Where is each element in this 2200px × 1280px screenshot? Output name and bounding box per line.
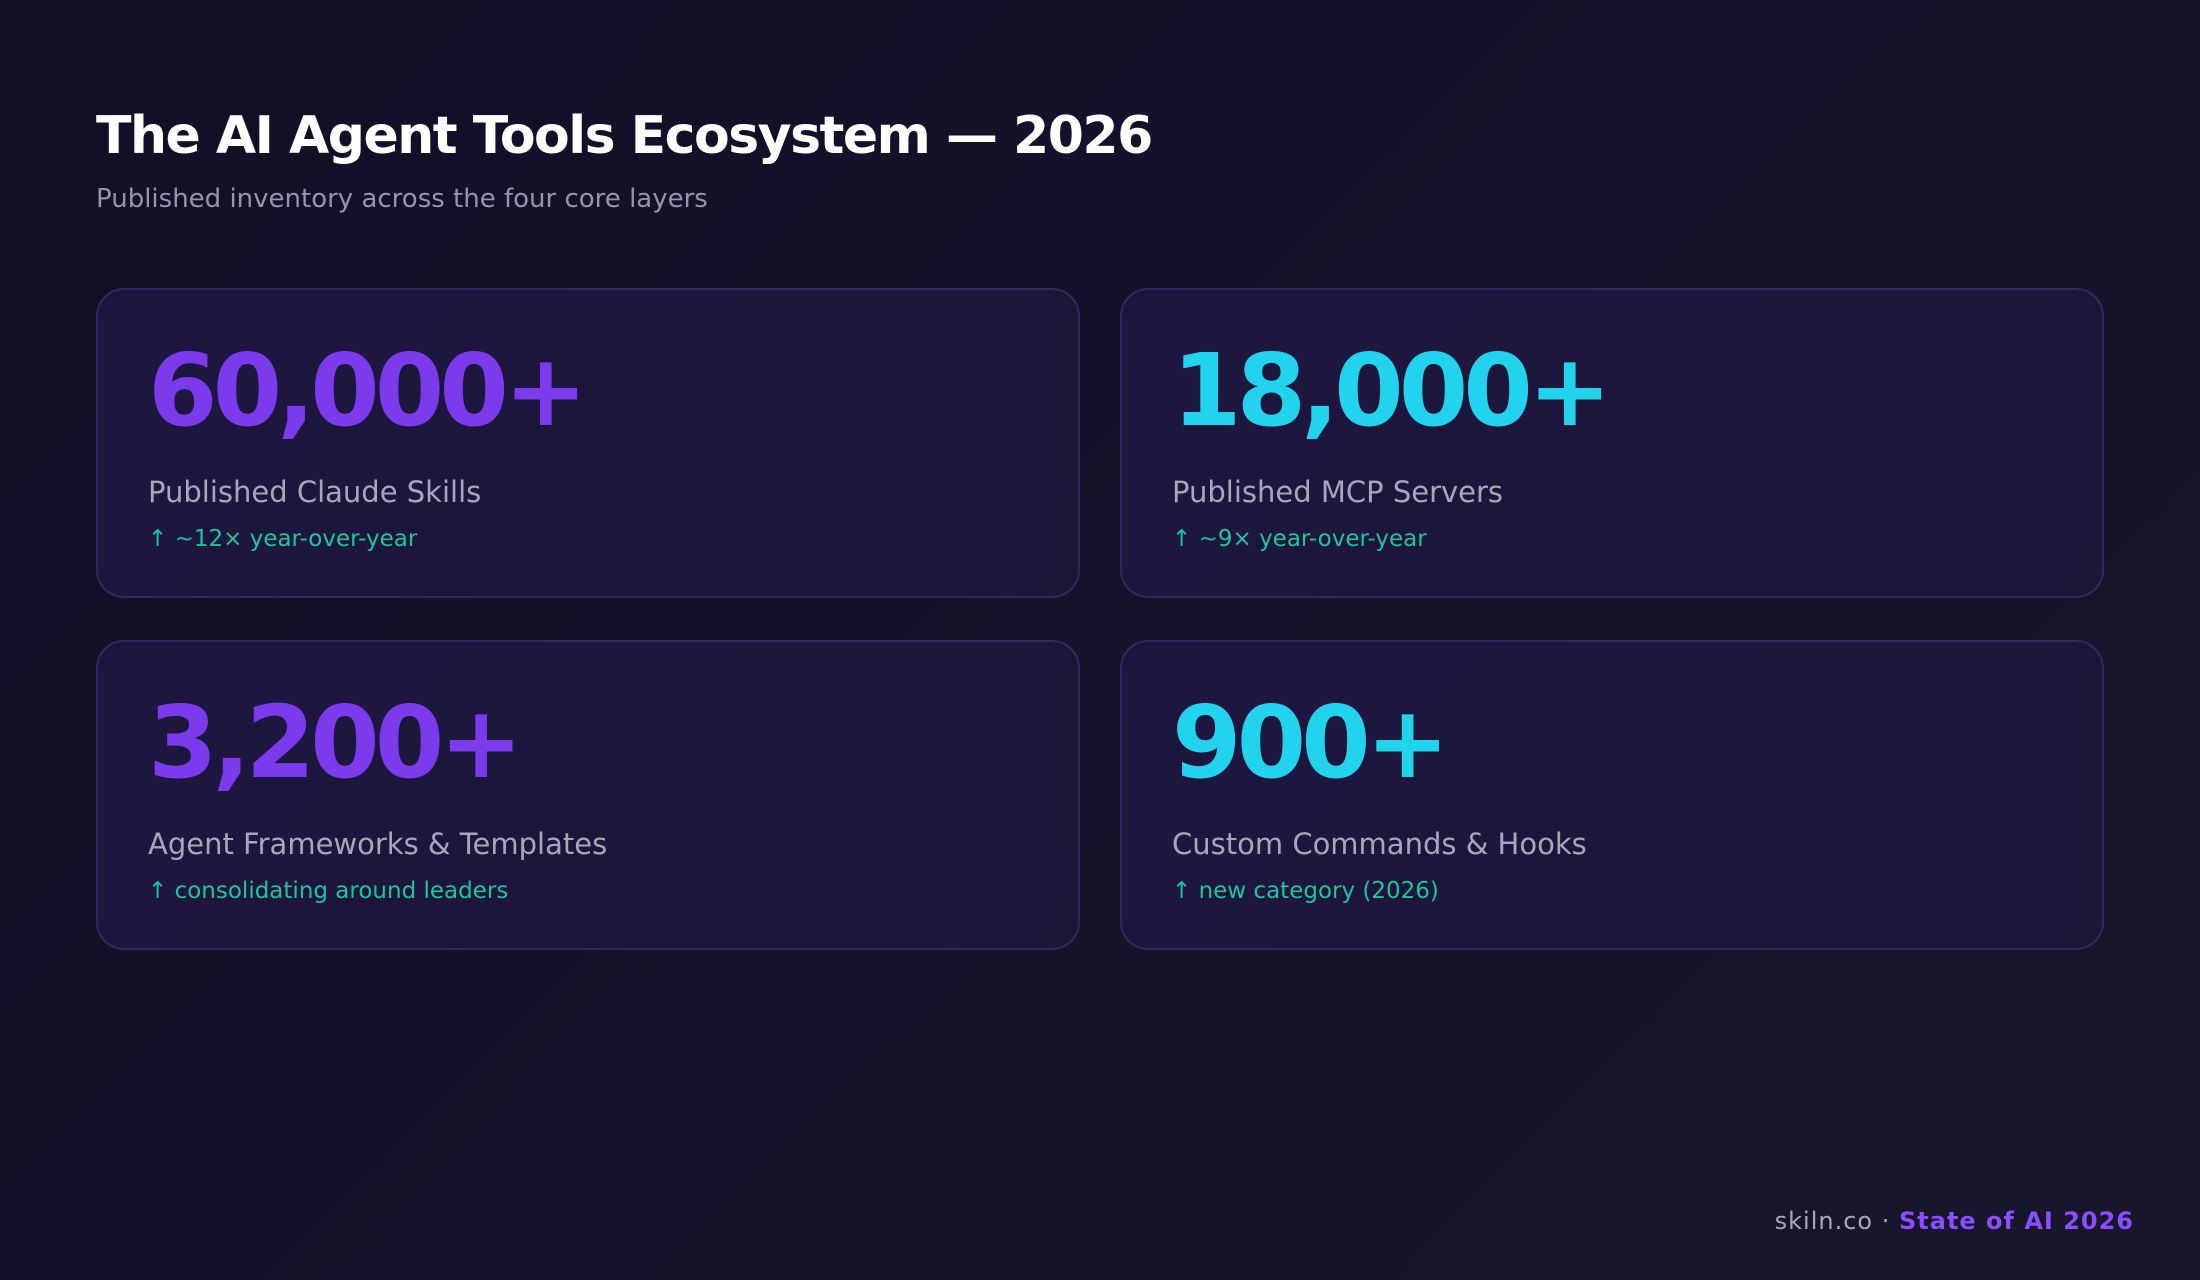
stat-trend: ↑ ~12× year-over-year [148, 526, 418, 552]
stat-value: 900+ [1172, 684, 1450, 801]
stat-card-agent-frameworks: 3,200+ Agent Frameworks & Templates ↑ co… [96, 640, 1080, 950]
footer-separator: · [1873, 1207, 1899, 1235]
stat-label: Custom Commands & Hooks [1172, 827, 1587, 861]
stat-label: Published MCP Servers [1172, 475, 1504, 509]
stat-card-custom-commands: 900+ Custom Commands & Hooks ↑ new categ… [1120, 640, 2104, 950]
page-header: The AI Agent Tools Ecosystem — 2026 Publ… [96, 104, 1153, 216]
page-title: The AI Agent Tools Ecosystem — 2026 [96, 106, 1153, 166]
page-subtitle: Published inventory across the four core… [96, 184, 708, 214]
stat-trend: ↑ consolidating around leaders [148, 878, 509, 904]
stat-card-mcp-servers: 18,000+ Published MCP Servers ↑ ~9× year… [1120, 288, 2104, 598]
footer-credit: skiln.co · State of AI 2026 [1775, 1206, 2134, 1236]
footer-site: skiln.co [1774, 1207, 1874, 1235]
stat-value: 3,200+ [148, 684, 523, 801]
stat-label: Published Claude Skills [148, 475, 482, 509]
stat-trend: ↑ ~9× year-over-year [1172, 526, 1427, 552]
stat-card-claude-skills: 60,000+ Published Claude Skills ↑ ~12× y… [96, 288, 1080, 598]
footer-report-name: State of AI 2026 [1899, 1207, 2134, 1235]
stat-label: Agent Frameworks & Templates [148, 827, 608, 861]
stat-trend: ↑ new category (2026) [1172, 878, 1439, 904]
stat-value: 18,000+ [1172, 332, 1612, 449]
stat-value: 60,000+ [148, 332, 588, 449]
stats-grid: 60,000+ Published Claude Skills ↑ ~12× y… [96, 288, 2104, 950]
